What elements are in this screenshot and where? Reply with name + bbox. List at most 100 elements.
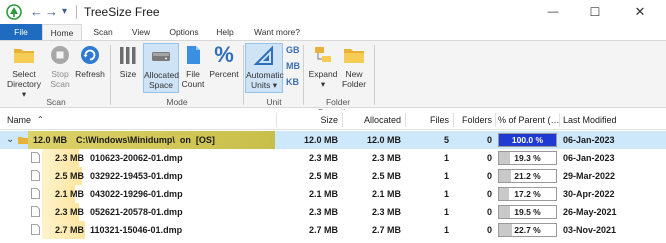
treesize-logo-icon	[6, 4, 22, 20]
root-files: 5	[443, 135, 449, 145]
file-size-label: 2.7 MB	[54, 225, 84, 235]
column-separator[interactable]	[342, 113, 343, 127]
column-separator[interactable]	[559, 113, 560, 127]
tab-view[interactable]: View	[126, 24, 156, 41]
column-header-percent-of-parent[interactable]: % of Parent (…	[498, 115, 560, 125]
refresh-button[interactable]: Refresh	[75, 44, 105, 79]
file-icon	[31, 224, 40, 235]
automatic-units-button[interactable]: Automatic Units ▾	[245, 43, 284, 93]
maximize-button[interactable]: ☐	[575, 1, 615, 23]
new-folder-icon	[344, 49, 364, 63]
title-separator	[76, 5, 77, 19]
select-directory-label-2: Directory ▾	[6, 79, 41, 99]
percent-mode-button[interactable]: % Percent	[208, 42, 240, 80]
file-size: 2.1 MB	[308, 189, 338, 199]
group-separator	[303, 45, 304, 105]
root-path: C:\Windows\Minidump\ on [OS]	[76, 135, 215, 145]
select-directory-label-1: Select	[12, 69, 36, 79]
file-count-button[interactable]: File Count	[181, 44, 205, 89]
file-name: 043022-19296-01.dmp	[90, 189, 183, 199]
file-last-modified: 03-Nov-2021	[563, 225, 617, 235]
file-allocated: 2.7 MB	[371, 225, 401, 235]
file-size-label: 2.3 MB	[54, 153, 84, 163]
refresh-icon	[81, 46, 99, 64]
file-allocated: 2.3 MB	[371, 207, 401, 217]
file-percent-bar: 19.3 %	[498, 151, 557, 165]
set-square-icon	[253, 45, 273, 65]
file-icon	[31, 206, 40, 217]
size-bars-icon	[120, 47, 136, 64]
back-arrow-icon[interactable]: ←	[30, 4, 43, 19]
scan-group-label: Scan	[46, 97, 66, 107]
file-icon	[31, 170, 40, 181]
column-separator[interactable]	[453, 113, 454, 127]
expand-button[interactable]: Expand ▾	[307, 44, 339, 89]
file-size: 2.3 MB	[308, 207, 338, 217]
new-folder-button[interactable]: New Folder	[340, 44, 368, 89]
tree-row-file[interactable]: 2.7 MB 110321-15046-01.dmp 2.7 MB 2.7 MB 1 0 2…	[0, 221, 666, 239]
expand-tree-icon	[315, 47, 331, 62]
group-separator	[243, 45, 244, 105]
tab-file[interactable]: File	[0, 24, 42, 41]
percent-icon: %	[214, 42, 234, 67]
file-last-modified: 06-Jan-2023	[563, 153, 615, 163]
allocated-space-button[interactable]: Allocated Space	[143, 43, 179, 93]
tree-row-file[interactable]: 2.3 MB 010623-20062-01.dmp 2.3 MB 2.3 MB 1 0 1…	[0, 149, 666, 167]
file-last-modified: 30-Apr-2022	[563, 189, 615, 199]
unit-kb-button[interactable]: KB	[286, 77, 299, 87]
tree-row-file[interactable]: 2.3 MB 052621-20578-01.dmp 2.3 MB 2.3 MB 1 0 1…	[0, 203, 666, 221]
file-folders: 0	[486, 153, 492, 163]
tree-row-root[interactable]: ⌄ 12.0 MB C:\Windows\Minidump\ on [OS] 1…	[0, 131, 666, 149]
file-name: 032922-19453-01.dmp	[90, 171, 183, 181]
column-header-size[interactable]: Size	[280, 115, 338, 125]
column-header-allocated[interactable]: Allocated	[346, 115, 401, 125]
file-folders: 0	[486, 207, 492, 217]
column-header-folders[interactable]: Folders	[455, 115, 492, 125]
stop-icon	[51, 46, 69, 64]
forward-arrow-icon[interactable]: →	[45, 4, 58, 19]
column-header-name[interactable]: Name	[7, 115, 31, 125]
expand-label-2: ▾	[320, 79, 326, 89]
column-separator[interactable]	[276, 113, 277, 127]
file-size-label: 2.1 MB	[54, 189, 84, 199]
window-title: TreeSize Free	[84, 5, 160, 19]
file-size: 2.3 MB	[308, 153, 338, 163]
file-size-label: 2.3 MB	[54, 207, 84, 217]
file-count-label-2: Count	[181, 79, 205, 89]
root-allocated: 12.0 MB	[366, 135, 401, 145]
group-separator	[374, 45, 375, 105]
quick-access-dropdown-icon[interactable]: ▾	[62, 6, 67, 17]
stop-scan-button[interactable]: Stop Scan	[46, 44, 74, 89]
file-percent-text: 22.7 %	[514, 225, 541, 235]
column-header-last-modified[interactable]: Last Modified	[563, 115, 617, 125]
size-mode-button[interactable]: Size	[115, 44, 141, 79]
column-header-files[interactable]: Files	[409, 115, 449, 125]
automatic-units-label-1: Automatic	[246, 70, 284, 80]
column-separator[interactable]	[495, 113, 496, 127]
minimize-button[interactable]: —	[533, 1, 573, 23]
select-directory-button[interactable]: Select Directory ▾	[4, 44, 44, 99]
tab-scan[interactable]: Scan	[88, 24, 118, 41]
file-folders: 0	[486, 171, 492, 181]
file-size: 2.7 MB	[308, 225, 338, 235]
tree-row-file[interactable]: 2.5 MB 032922-19453-01.dmp 2.5 MB 2.5 MB 1 0 2…	[0, 167, 666, 185]
group-separator	[110, 45, 111, 105]
file-name: 052621-20578-01.dmp	[90, 207, 183, 217]
file-files: 1	[443, 153, 449, 163]
stop-scan-label-1: Stop	[51, 69, 69, 79]
tree-row-file[interactable]: 2.1 MB 043022-19296-01.dmp 2.1 MB 2.1 MB 1 0 1…	[0, 185, 666, 203]
title-bar: ← → ▾ TreeSize Free — ☐ ✕	[0, 0, 666, 24]
unit-mb-button[interactable]: MB	[286, 61, 300, 71]
file-allocated: 2.5 MB	[371, 171, 401, 181]
tab-help[interactable]: Help	[210, 24, 240, 41]
file-files: 1	[443, 225, 449, 235]
collapse-chevron-icon[interactable]: ⌄	[6, 134, 14, 145]
tab-options[interactable]: Options	[164, 24, 204, 41]
tab-want-more[interactable]: Want more?	[249, 24, 305, 41]
tab-home[interactable]: Home	[42, 24, 82, 41]
unit-gb-side-button[interactable]: GB	[286, 45, 300, 55]
file-icon	[31, 188, 40, 199]
close-button[interactable]: ✕	[620, 1, 660, 23]
column-separator[interactable]	[405, 113, 406, 127]
file-last-modified: 26-May-2021	[563, 207, 617, 217]
